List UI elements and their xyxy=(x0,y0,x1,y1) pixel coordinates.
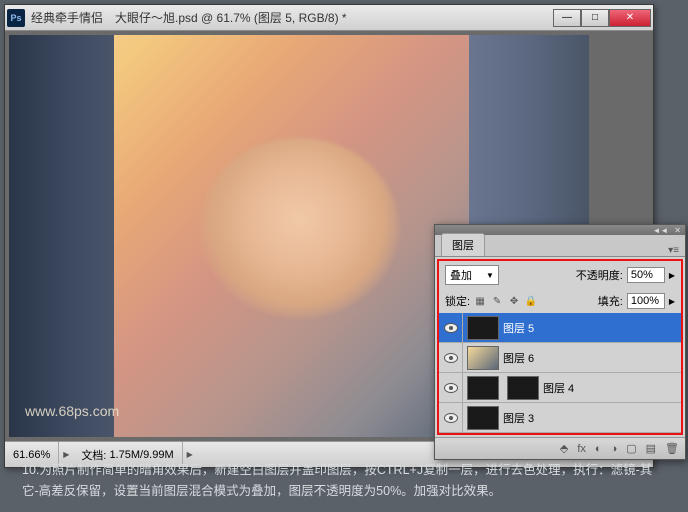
maximize-button[interactable]: □ xyxy=(581,9,609,27)
layer-list: 图层 5 图层 6 图层 4 图层 3 xyxy=(439,313,681,433)
close-button[interactable]: ✕ xyxy=(609,9,651,27)
layer-name[interactable]: 图层 6 xyxy=(503,350,681,366)
tab-layers[interactable]: 图层 xyxy=(441,233,485,256)
lock-pixels-icon[interactable]: ✎ xyxy=(491,295,503,307)
eye-icon xyxy=(444,353,458,363)
lock-all-icon[interactable]: 🔒 xyxy=(525,295,537,307)
opacity-label: 不透明度: xyxy=(576,267,623,283)
lock-fill-row: 锁定: ▦ ✎ ✥ 🔒 填充: 100% ▶ xyxy=(439,289,681,313)
layer-item[interactable]: 图层 5 xyxy=(439,313,681,343)
lock-position-icon[interactable]: ✥ xyxy=(508,295,520,307)
photoshop-icon: Ps xyxy=(7,9,25,27)
lock-icons: ▦ ✎ ✥ 🔒 xyxy=(474,295,537,307)
image-content xyxy=(199,138,399,318)
layer-item[interactable]: 图层 4 xyxy=(439,373,681,403)
layer-item[interactable]: 图层 3 xyxy=(439,403,681,433)
eye-icon xyxy=(444,413,458,423)
fill-slider-icon[interactable]: ▶ xyxy=(669,297,675,306)
minimize-button[interactable]: — xyxy=(553,9,581,27)
eye-icon xyxy=(444,323,458,333)
titlebar[interactable]: Ps 经典牵手情侣 大眼仔～旭.psd @ 61.7% (图层 5, RGB/8… xyxy=(5,5,653,31)
fill-input[interactable]: 100% xyxy=(627,293,665,309)
visibility-toggle[interactable] xyxy=(439,343,463,372)
layer-name[interactable]: 图层 3 xyxy=(503,410,681,426)
window-title: 经典牵手情侣 大眼仔～旭.psd @ 61.7% (图层 5, RGB/8) * xyxy=(31,9,553,26)
visibility-toggle[interactable] xyxy=(439,313,463,342)
blend-mode-value: 叠加 xyxy=(450,267,472,283)
layer-item[interactable]: 图层 6 xyxy=(439,343,681,373)
tutorial-caption: 10.为照片制作简单的暗角效果后，新建空白图层并盖印图层，按CTRL+J复制一层… xyxy=(0,450,688,512)
panel-tabs: 图层 ▾≡ xyxy=(435,235,685,257)
layers-panel: ◄◄ ✕ 图层 ▾≡ 叠加 ▼ 不透明度: 50% ▶ 锁定: ▦ ✎ ✥ 🔒 … xyxy=(434,224,686,460)
chevron-down-icon: ▼ xyxy=(486,271,494,280)
blend-opacity-row: 叠加 ▼ 不透明度: 50% ▶ xyxy=(439,261,681,289)
fill-label: 填充: xyxy=(598,293,623,309)
layer-mask-thumbnail[interactable] xyxy=(467,376,499,400)
panel-menu-icon[interactable]: ▾≡ xyxy=(662,245,685,256)
visibility-toggle[interactable] xyxy=(439,403,463,432)
layer-thumbnail[interactable] xyxy=(507,376,539,400)
watermark-text: www.68ps.com xyxy=(25,403,119,419)
opacity-slider-icon[interactable]: ▶ xyxy=(669,271,675,280)
lock-label: 锁定: xyxy=(445,293,470,309)
layer-thumbnail[interactable] xyxy=(467,346,499,370)
panel-collapse-icon[interactable]: ◄◄ xyxy=(652,226,668,235)
panel-close-icon[interactable]: ✕ xyxy=(674,226,681,235)
layer-thumbnail[interactable] xyxy=(467,316,499,340)
layer-name[interactable]: 图层 5 xyxy=(503,320,681,336)
opacity-input[interactable]: 50% xyxy=(627,267,665,283)
highlight-box: 叠加 ▼ 不透明度: 50% ▶ 锁定: ▦ ✎ ✥ 🔒 填充: 100% ▶ … xyxy=(437,259,683,435)
layer-name[interactable]: 图层 4 xyxy=(543,380,681,396)
lock-transparency-icon[interactable]: ▦ xyxy=(474,295,486,307)
eye-icon xyxy=(444,383,458,393)
image-content xyxy=(9,35,114,437)
visibility-toggle[interactable] xyxy=(439,373,463,402)
window-controls: — □ ✕ xyxy=(553,9,651,27)
blend-mode-dropdown[interactable]: 叠加 ▼ xyxy=(445,265,499,285)
layer-thumbnail[interactable] xyxy=(467,406,499,430)
